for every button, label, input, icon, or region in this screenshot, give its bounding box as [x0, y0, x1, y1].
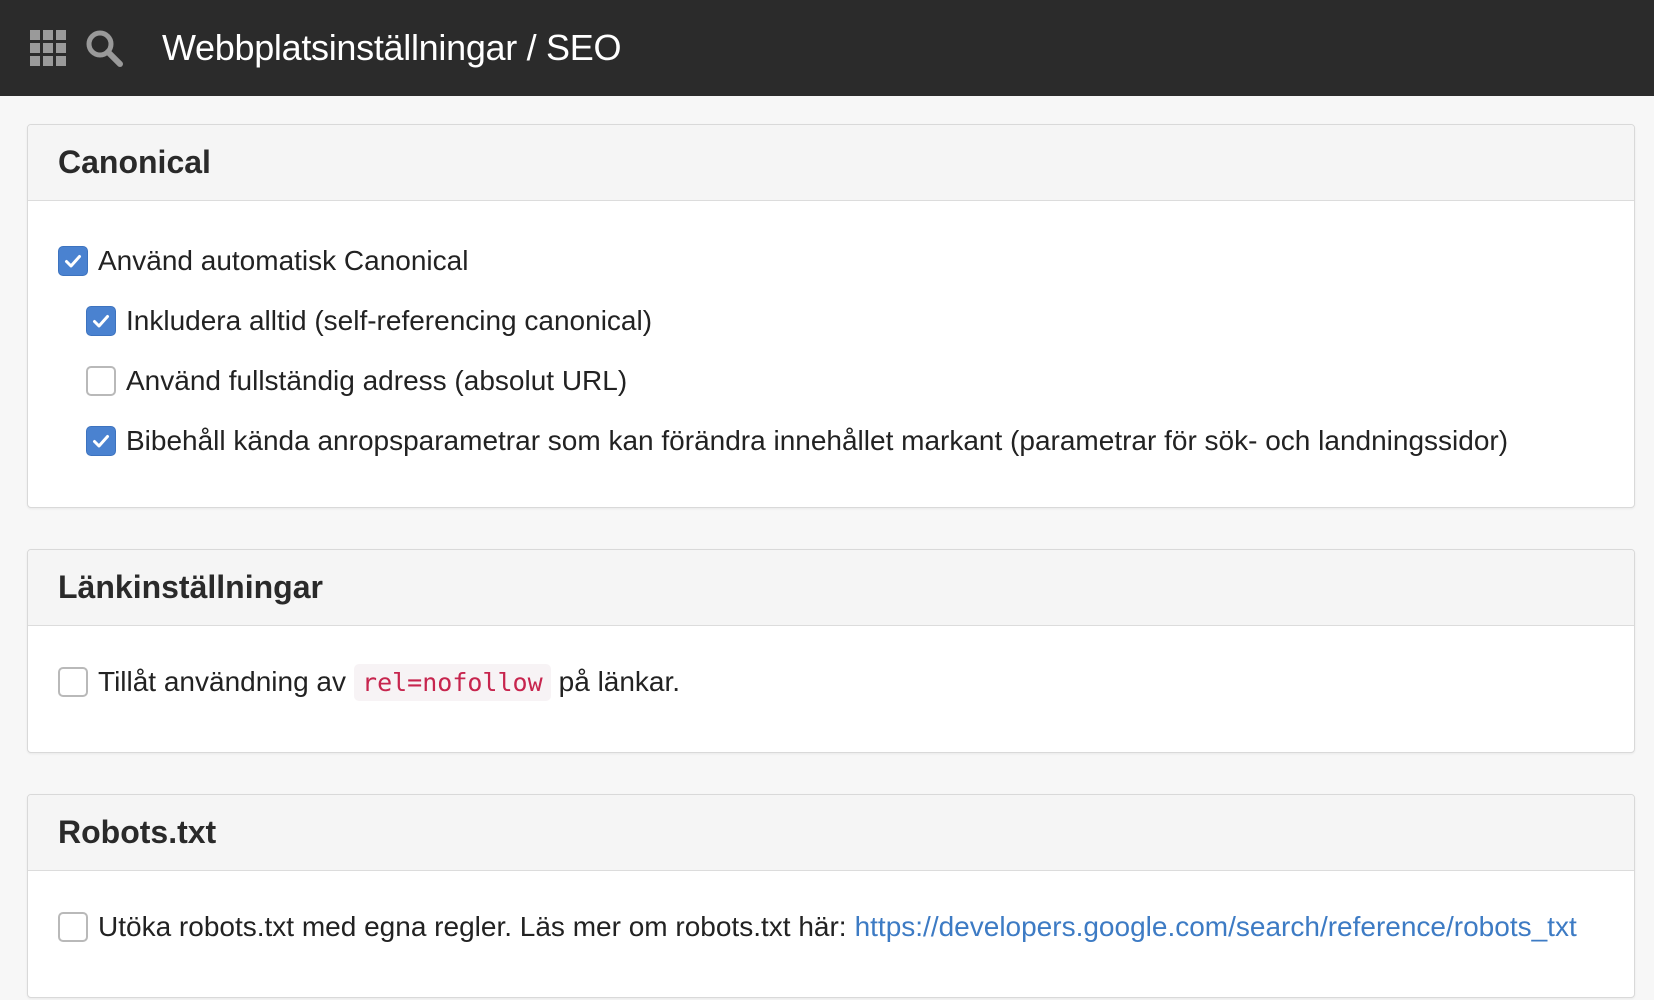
allow-nofollow-checkbox[interactable]	[58, 667, 88, 697]
absolute-url-checkbox[interactable]	[86, 366, 116, 396]
link-settings-panel-body: Tillåt användning av rel=nofollow på län…	[28, 626, 1634, 752]
option-allow-nofollow[interactable]: Tillåt användning av rel=nofollow på län…	[58, 652, 1604, 712]
auto-canonical-checkbox[interactable]	[58, 246, 88, 276]
search-icon[interactable]	[84, 28, 124, 68]
main-content: Canonical Använd automatisk Canonical In…	[0, 96, 1654, 998]
nofollow-code: rel=nofollow	[354, 663, 551, 701]
option-label: Använd fullständig adress (absolut URL)	[126, 365, 628, 396]
canonical-panel-title: Canonical	[58, 144, 211, 180]
robots-panel: Robots.txt Utöka robots.txt med egna reg…	[27, 794, 1635, 998]
option-label-prefix: Tillåt användning av	[98, 666, 347, 697]
option-label-suffix: på länkar.	[558, 666, 681, 697]
option-self-referencing[interactable]: Inkludera alltid (self-referencing canon…	[58, 291, 1604, 351]
option-absolute-url[interactable]: Använd fullständig adress (absolut URL)	[58, 351, 1604, 411]
check-icon	[93, 315, 109, 328]
extend-robots-checkbox[interactable]	[58, 912, 88, 942]
check-icon	[93, 435, 109, 448]
keep-parameters-checkbox[interactable]	[86, 426, 116, 456]
robots-panel-heading: Robots.txt	[28, 795, 1634, 871]
apps-grid-icon[interactable]	[30, 30, 66, 66]
option-keep-parameters[interactable]: Bibehåll kända anropsparametrar som kan …	[58, 411, 1604, 471]
option-label: Använd automatisk Canonical	[98, 245, 469, 276]
option-label: Utöka robots.txt med egna regler. Läs me…	[98, 911, 847, 942]
robots-panel-body: Utöka robots.txt med egna regler. Läs me…	[28, 871, 1634, 997]
link-settings-panel: Länkinställningar Tillåt användning av r…	[27, 549, 1635, 753]
self-referencing-checkbox[interactable]	[86, 306, 116, 336]
robots-docs-link[interactable]: https://developers.google.com/search/ref…	[855, 911, 1577, 943]
page-title: Webbplatsinställningar / SEO	[162, 27, 622, 68]
option-auto-canonical[interactable]: Använd automatisk Canonical	[58, 231, 1604, 291]
link-settings-panel-title: Länkinställningar	[58, 569, 323, 605]
canonical-panel: Canonical Använd automatisk Canonical In…	[27, 124, 1635, 508]
canonical-panel-body: Använd automatisk Canonical Inkludera al…	[28, 201, 1634, 507]
option-extend-robots[interactable]: Utöka robots.txt med egna regler. Läs me…	[58, 897, 1604, 957]
check-icon	[65, 255, 81, 268]
option-label: Bibehåll kända anropsparametrar som kan …	[126, 425, 1509, 456]
canonical-panel-heading: Canonical	[28, 125, 1634, 201]
option-label: Inkludera alltid (self-referencing canon…	[126, 305, 653, 336]
robots-panel-title: Robots.txt	[58, 814, 217, 850]
top-bar: Webbplatsinställningar / SEO	[0, 0, 1654, 96]
link-settings-panel-heading: Länkinställningar	[28, 550, 1634, 626]
